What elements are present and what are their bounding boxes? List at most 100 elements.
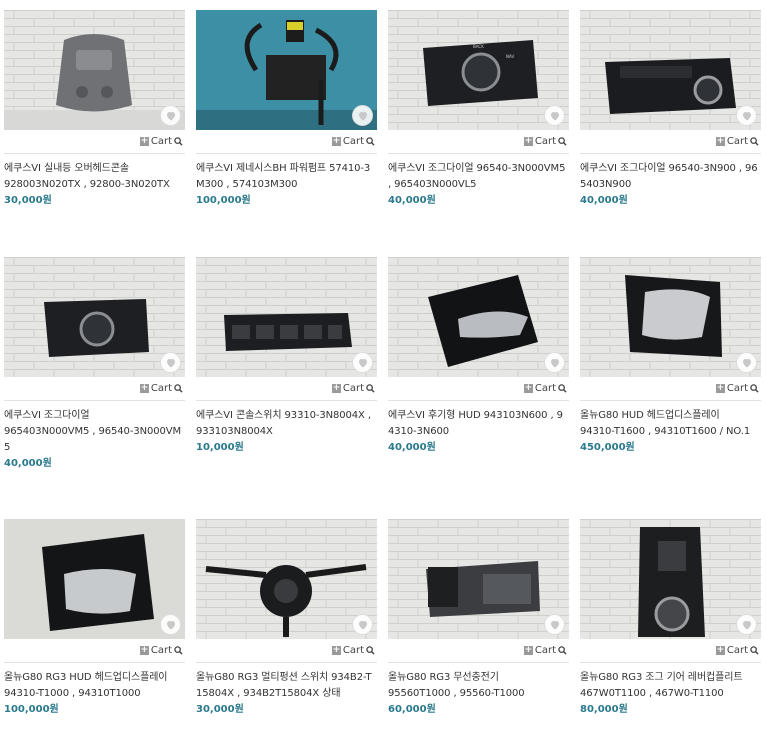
product-photo[interactable] [388,519,569,639]
heart-icon[interactable] [160,614,181,635]
svg-text:BACK: BACK [473,44,484,49]
plus-icon[interactable]: + [331,137,341,146]
plus-icon[interactable]: + [715,137,725,146]
product-card[interactable]: + Cart 에쿠스VI 후기형 HUD 943103N600 , 94310-… [388,257,569,455]
plus-icon[interactable]: + [331,646,341,655]
magnifier-icon[interactable] [366,137,375,146]
heart-icon[interactable] [736,614,757,635]
product-info: 에쿠스VI 콘솔스위치 93310-3N8004X , 933103N8004X… [196,401,377,455]
product-codes[interactable]: 965403N000VM5 , 96540-3N000VM5 [4,424,185,456]
product-codes[interactable]: 467W0T1100 , 467W0-T1100 [580,686,761,702]
product-card[interactable]: + Cart 올뉴G80 RG3 멀티펑션 스위치 934B2-T15804X … [196,519,377,717]
product-title[interactable]: 에쿠스VI 조그다이얼 96540-3N900 , 965403N900 [580,161,761,193]
product-card[interactable]: + Cart 올뉴G80 RG3 HUD 헤드업디스플레이 94310-T100… [4,519,185,717]
product-card[interactable]: + Cart 올뉴G80 HUD 헤드업디스플레이 94310-T1600 , … [580,257,761,455]
plus-icon[interactable]: + [715,384,725,393]
magnifier-icon[interactable] [558,384,567,393]
product-card[interactable]: + Cart 에쿠스VI 제네시스BH 파워펌프 57410-3M300 , 5… [196,10,377,208]
magnifier-icon[interactable] [750,384,759,393]
product-title[interactable]: 에쿠스VI 후기형 HUD 943103N600 , 94310-3N600 [388,408,569,440]
plus-icon[interactable]: + [523,384,533,393]
product-codes[interactable]: 94310-T1600 , 94310T1600 / NO.1 [580,424,761,440]
magnifier-icon[interactable] [366,384,375,393]
cart-button[interactable]: Cart [727,383,748,394]
cart-button[interactable]: Cart [535,645,556,656]
product-info: 에쿠스VI 실내등 오버헤드콘솔 928003N020TX , 92800-3N… [4,154,185,208]
product-photo[interactable] [4,257,185,377]
product-codes[interactable]: 94310-T1000 , 94310T1000 [4,686,185,702]
heart-icon[interactable] [352,105,373,126]
heart-icon[interactable] [544,614,565,635]
plus-icon[interactable]: + [139,646,149,655]
product-title[interactable]: 올뉴G80 HUD 헤드업디스플레이 [580,408,761,424]
product-card[interactable]: + Cart 에쿠스VI 조그다이얼 96540-3N900 , 965403N… [580,10,761,208]
plus-icon[interactable]: + [523,646,533,655]
cart-bar: + Cart [580,639,761,663]
product-card[interactable]: + Cart 에쿠스VI 실내등 오버헤드콘솔 928003N020TX , 9… [4,10,185,208]
product-codes[interactable]: 928003N020TX , 92800-3N020TX [4,177,185,193]
heart-icon[interactable] [544,352,565,373]
magnifier-icon[interactable] [174,137,183,146]
plus-icon[interactable]: + [139,384,149,393]
product-photo[interactable]: BACK NAV [388,10,569,130]
cart-button[interactable]: Cart [727,645,748,656]
product-title[interactable]: 올뉴G80 RG3 조그 기어 레버컵플리트 [580,670,761,686]
product-codes[interactable]: 95560T1000 , 95560-T1000 [388,686,569,702]
product-info: 에쿠스VI 조그다이얼 96540-3N900 , 965403N900 40,… [580,154,761,208]
cart-button[interactable]: Cart [535,383,556,394]
product-card[interactable]: + Cart 에쿠스VI 콘솔스위치 93310-3N8004X , 93310… [196,257,377,455]
product-title[interactable]: 올뉴G80 RG3 HUD 헤드업디스플레이 [4,670,185,686]
cart-button[interactable]: Cart [343,383,364,394]
magnifier-icon[interactable] [750,137,759,146]
magnifier-icon[interactable] [558,646,567,655]
heart-icon[interactable] [544,105,565,126]
cart-button[interactable]: Cart [151,136,172,147]
product-photo[interactable] [4,10,185,130]
magnifier-icon[interactable] [174,384,183,393]
cart-button[interactable]: Cart [727,136,748,147]
heart-icon[interactable] [160,105,181,126]
product-card[interactable]: BACK NAV + Cart 에쿠스VI 조그다이얼 96540-3N000VM… [388,10,569,208]
product-photo[interactable] [580,519,761,639]
magnifier-icon[interactable] [174,646,183,655]
product-photo[interactable] [580,257,761,377]
product-card[interactable]: + Cart 올뉴G80 RG3 무선충전기 95560T1000 , 9556… [388,519,569,717]
product-title[interactable]: 에쿠스VI 실내등 오버헤드콘솔 [4,161,185,177]
cart-button[interactable]: Cart [343,645,364,656]
product-photo[interactable] [196,10,377,130]
magnifier-icon[interactable] [366,646,375,655]
cart-button[interactable]: Cart [151,383,172,394]
plus-icon[interactable]: + [715,646,725,655]
product-price: 60,000원 [388,704,436,715]
cart-button[interactable]: Cart [535,136,556,147]
heart-icon[interactable] [352,614,373,635]
cart-button[interactable]: Cart [151,645,172,656]
cart-bar: + Cart [580,130,761,154]
plus-icon[interactable]: + [139,137,149,146]
product-title[interactable]: 올뉴G80 RG3 멀티펑션 스위치 934B2-T15804X , 934B2… [196,670,377,702]
product-card[interactable]: + Cart 에쿠스VI 조그다이얼 965403N000VM5 , 96540… [4,257,185,471]
product-image [388,257,569,377]
product-card[interactable]: + Cart 올뉴G80 RG3 조그 기어 레버컵플리트 467W0T1100… [580,519,761,717]
heart-icon[interactable] [160,352,181,373]
product-photo[interactable] [196,519,377,639]
product-title[interactable]: 에쿠스VI 조그다이얼 [4,408,185,424]
heart-icon[interactable] [736,105,757,126]
heart-icon[interactable] [736,352,757,373]
magnifier-icon[interactable] [558,137,567,146]
cart-bar: + Cart [388,377,569,401]
product-photo[interactable] [4,519,185,639]
product-photo[interactable] [388,257,569,377]
plus-icon[interactable]: + [523,137,533,146]
product-title[interactable]: 에쿠스VI 조그다이얼 96540-3N000VM5 , 965403N000V… [388,161,569,193]
product-title[interactable]: 에쿠스VI 제네시스BH 파워펌프 57410-3M300 , 574103M3… [196,161,377,193]
product-title[interactable]: 올뉴G80 RG3 무선충전기 [388,670,569,686]
cart-button[interactable]: Cart [343,136,364,147]
product-photo[interactable] [580,10,761,130]
product-price: 40,000원 [388,195,436,206]
heart-icon[interactable] [352,352,373,373]
product-title[interactable]: 에쿠스VI 콘솔스위치 93310-3N8004X , 933103N8004X [196,408,377,440]
magnifier-icon[interactable] [750,646,759,655]
plus-icon[interactable]: + [331,384,341,393]
product-photo[interactable] [196,257,377,377]
